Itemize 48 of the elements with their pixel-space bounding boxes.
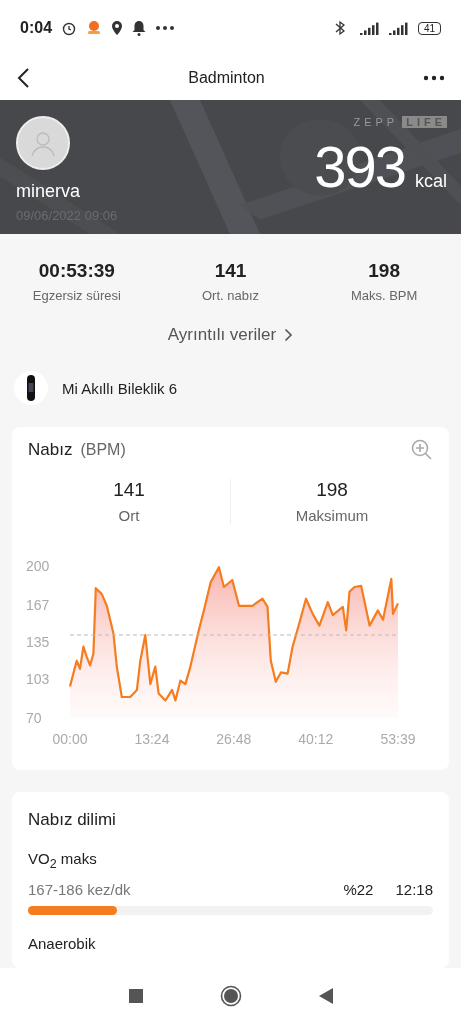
- unit-label: (BPM): [80, 441, 126, 459]
- signal-icon: [388, 21, 409, 35]
- zone-range: 167-186 kez/dk: [28, 881, 132, 898]
- axis-label: 13:24: [134, 731, 170, 747]
- summary-value: 141: [113, 479, 145, 501]
- axis-label: 70: [26, 710, 42, 726]
- axis-label: 00:00: [52, 731, 88, 747]
- card-title: Nabız: [28, 440, 73, 460]
- band-icon: [14, 371, 48, 405]
- summary-label: Ort: [118, 507, 140, 524]
- axis-label: 103: [26, 671, 50, 688]
- user-name: minerva: [16, 181, 82, 202]
- summary-value: 198: [316, 479, 348, 501]
- stat-label: Egzersiz süresi: [32, 288, 121, 303]
- axis-label: 53:39: [380, 731, 416, 747]
- axis-label: 40:12: [298, 731, 334, 747]
- alarm-icon: [61, 20, 78, 36]
- summary-label: Maksimum: [295, 507, 369, 524]
- stat-value: 00:53:39: [38, 260, 115, 282]
- stat-value: 141: [214, 260, 247, 282]
- axis-label: 167: [26, 596, 50, 613]
- stat-value: 198: [368, 260, 400, 282]
- more-icon[interactable]: [423, 75, 445, 81]
- app-notification-icon: [86, 20, 103, 36]
- clock: 0:04: [20, 19, 53, 37]
- zone-name: Anaerobik: [28, 935, 97, 952]
- page-title: Badminton: [187, 69, 266, 87]
- device-name: Mi Akıllı Bileklik 6: [62, 379, 178, 397]
- zone-name: VO$_{2}$ maks: [28, 850, 98, 871]
- bell-icon: [132, 20, 147, 36]
- axis-label: 135: [26, 634, 50, 650]
- calories-value: 393: [314, 138, 405, 196]
- details-link[interactable]: Ayrıntılı veriler: [167, 325, 294, 345]
- stat-label: Maks. BPM: [350, 288, 418, 303]
- more-icon: [155, 25, 176, 31]
- axis-label: 26:48: [216, 731, 252, 747]
- zone-percent: %22: [343, 881, 374, 898]
- chevron-right-icon: [284, 328, 294, 342]
- battery-level: 41: [417, 21, 441, 35]
- calories-unit: kcal: [415, 171, 447, 192]
- logo-text: ZEPP: [353, 116, 399, 128]
- card-title: Nabız dilimi: [28, 810, 117, 830]
- zone-time: 12:18: [395, 881, 433, 898]
- axis-label: 200: [26, 558, 50, 574]
- back-icon[interactable]: [16, 67, 30, 89]
- stat-label: Ort. nabız: [201, 288, 259, 303]
- bluetooth-icon: [334, 20, 345, 36]
- location-icon: [111, 20, 124, 36]
